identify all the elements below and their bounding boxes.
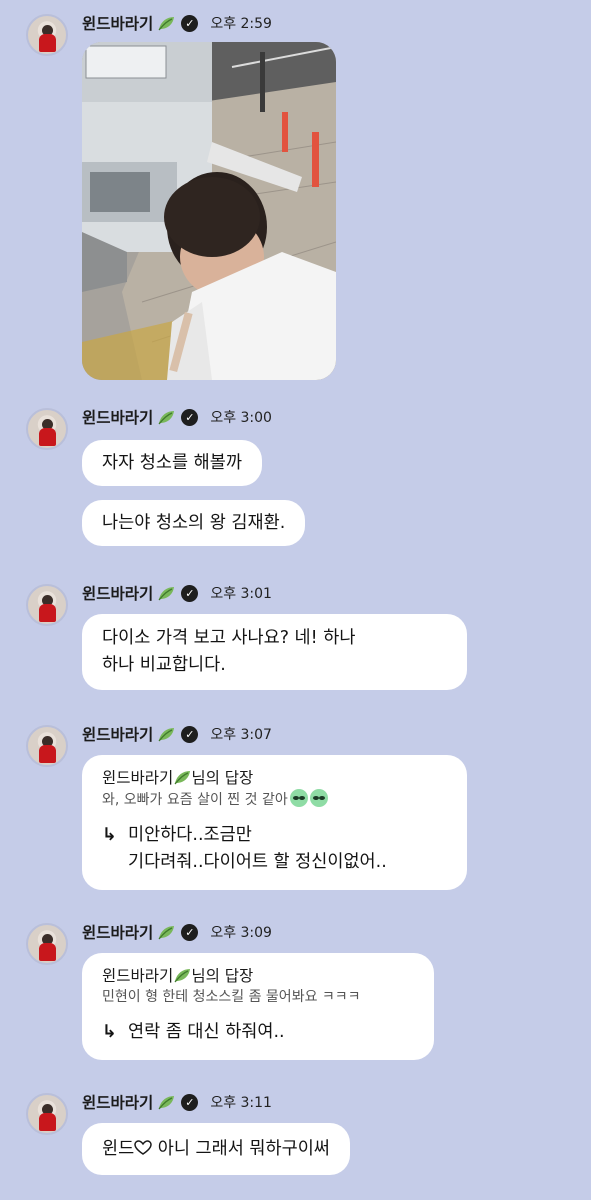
quoted-text: 민현이 형 한테 청소스킬 좀 물어봐요 ㅋㅋㅋ bbox=[102, 989, 361, 1005]
reply-text: ↳ 미안하다..조금만 기다려줘..다이어트 할 정신이없어.. bbox=[102, 822, 447, 876]
sender-row: 윈드바라기 ✓ 오후 3:07 bbox=[82, 723, 272, 745]
message-text: 자자 청소를 해볼까 bbox=[102, 453, 242, 473]
alien-emoji-icon bbox=[309, 789, 328, 807]
reply-header: 윈드바라기 님의 답장 bbox=[102, 767, 447, 789]
sender-row: 윈드바라기 ✓ 오후 3:01 bbox=[82, 582, 272, 604]
quoted-message: 민현이 형 한테 청소스킬 좀 물어봐요 ㅋㅋㅋ bbox=[102, 987, 414, 1007]
avatar[interactable] bbox=[26, 408, 68, 450]
reply-arrow-icon: ↳ bbox=[102, 825, 117, 845]
reply-suffix: 님의 답장 bbox=[191, 967, 254, 985]
avatar[interactable] bbox=[26, 14, 68, 56]
sender-row: 윈드바라기 ✓ 오후 3:00 bbox=[82, 406, 272, 428]
reply-header: 윈드바라기 님의 답장 bbox=[102, 965, 414, 987]
message-bubble[interactable]: 자자 청소를 해볼까 bbox=[82, 440, 262, 486]
leaf-icon bbox=[157, 585, 175, 601]
sender-name: 윈드바라기 bbox=[82, 15, 154, 33]
photo-image bbox=[82, 42, 336, 380]
message-text-prefix: 윈드 bbox=[102, 1139, 135, 1159]
sender-name: 윈드바라기 bbox=[82, 924, 154, 942]
avatar[interactable] bbox=[26, 584, 68, 626]
message-bubble[interactable]: 윈드 아니 그래서 뭐하구이써 bbox=[82, 1123, 350, 1175]
message-text: 나는야 청소의 왕 김재환. bbox=[102, 513, 286, 533]
reply-line: 연락 좀 대신 하줘여.. bbox=[128, 1022, 285, 1042]
reply-arrow-icon: ↳ bbox=[102, 1022, 117, 1042]
leaf-icon bbox=[157, 726, 175, 742]
message-text-line: 다이소 가격 보고 사나요? 네! 하나 bbox=[102, 628, 356, 648]
message-time: 오후 3:09 bbox=[210, 925, 272, 941]
photo-attachment[interactable] bbox=[82, 42, 336, 380]
message-time: 오후 3:01 bbox=[210, 586, 272, 602]
leaf-icon bbox=[157, 15, 175, 31]
reply-name: 윈드바라기 bbox=[102, 769, 174, 787]
message-time: 오후 3:00 bbox=[210, 410, 272, 426]
message-text-line: 하나 비교합니다. bbox=[102, 655, 226, 675]
alien-emoji-icon bbox=[289, 789, 308, 807]
quoted-text: 와, 오빠가 요즘 살이 찐 것 같아 bbox=[102, 792, 288, 808]
leaf-icon bbox=[157, 924, 175, 940]
heart-icon bbox=[134, 1140, 152, 1155]
reply-suffix: 님의 답장 bbox=[191, 769, 254, 787]
message-text-suffix: 아니 그래서 뭐하구이써 bbox=[152, 1139, 330, 1159]
sender-name: 윈드바라기 bbox=[82, 409, 154, 427]
quoted-message: 와, 오빠가 요즘 살이 찐 것 같아 bbox=[102, 789, 447, 810]
reply-bubble[interactable]: 윈드바라기 님의 답장 와, 오빠가 요즘 살이 찐 것 같아 ↳ 미안하다..조… bbox=[82, 755, 467, 890]
verified-icon: ✓ bbox=[181, 725, 199, 743]
reply-line: 기다려줘..다이어트 할 정신이없어.. bbox=[128, 852, 387, 872]
verified-icon: ✓ bbox=[181, 14, 199, 32]
sender-name: 윈드바라기 bbox=[82, 1094, 154, 1112]
leaf-icon bbox=[173, 967, 191, 983]
sender-row: 윈드바라기 ✓ 오후 2:59 bbox=[82, 12, 272, 34]
avatar[interactable] bbox=[26, 1093, 68, 1135]
sender-name: 윈드바라기 bbox=[82, 585, 154, 603]
message-bubble[interactable]: 나는야 청소의 왕 김재환. bbox=[82, 500, 306, 546]
chat-feed[interactable]: 윈드바라기 ✓ 오후 2:59 윈드바라기 ✓ 오후 3:00 자자 청소를 해… bbox=[0, 0, 591, 1200]
verified-icon: ✓ bbox=[181, 408, 199, 426]
reply-bubble[interactable]: 윈드바라기 님의 답장 민현이 형 한테 청소스킬 좀 물어봐요 ㅋㅋㅋ ↳ 연락… bbox=[82, 953, 434, 1060]
message-time: 오후 3:07 bbox=[210, 727, 272, 743]
avatar[interactable] bbox=[26, 923, 68, 965]
leaf-icon bbox=[157, 409, 175, 425]
leaf-icon bbox=[157, 1094, 175, 1110]
reply-text: ↳ 연락 좀 대신 하줘여.. bbox=[102, 1019, 414, 1046]
avatar[interactable] bbox=[26, 725, 68, 767]
verified-icon: ✓ bbox=[181, 1093, 199, 1111]
leaf-icon bbox=[173, 769, 191, 785]
message-time: 오후 2:59 bbox=[210, 16, 272, 32]
message-time: 오후 3:11 bbox=[210, 1095, 272, 1111]
verified-icon: ✓ bbox=[181, 923, 199, 941]
sender-row: 윈드바라기 ✓ 오후 3:09 bbox=[82, 921, 272, 943]
verified-icon: ✓ bbox=[181, 584, 199, 602]
reply-name: 윈드바라기 bbox=[102, 967, 174, 985]
message-bubble[interactable]: 다이소 가격 보고 사나요? 네! 하나 하나 비교합니다. bbox=[82, 614, 467, 690]
sender-name: 윈드바라기 bbox=[82, 726, 154, 744]
sender-row: 윈드바라기 ✓ 오후 3:11 bbox=[82, 1091, 272, 1113]
reply-line: 미안하다..조금만 bbox=[128, 825, 252, 845]
